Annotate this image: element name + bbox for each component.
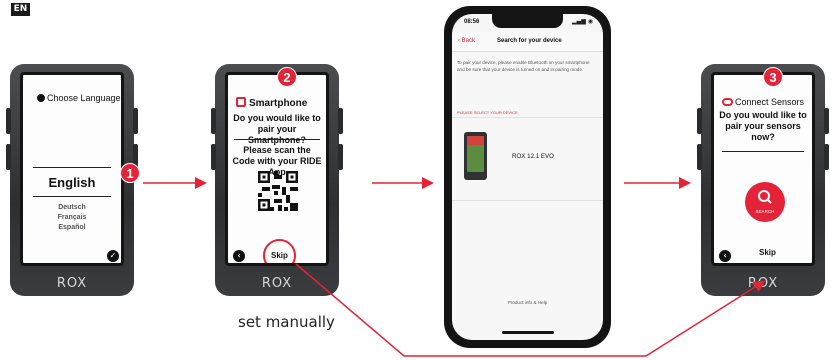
flow-arrows (143, 177, 766, 357)
skip-arrow (295, 263, 766, 357)
